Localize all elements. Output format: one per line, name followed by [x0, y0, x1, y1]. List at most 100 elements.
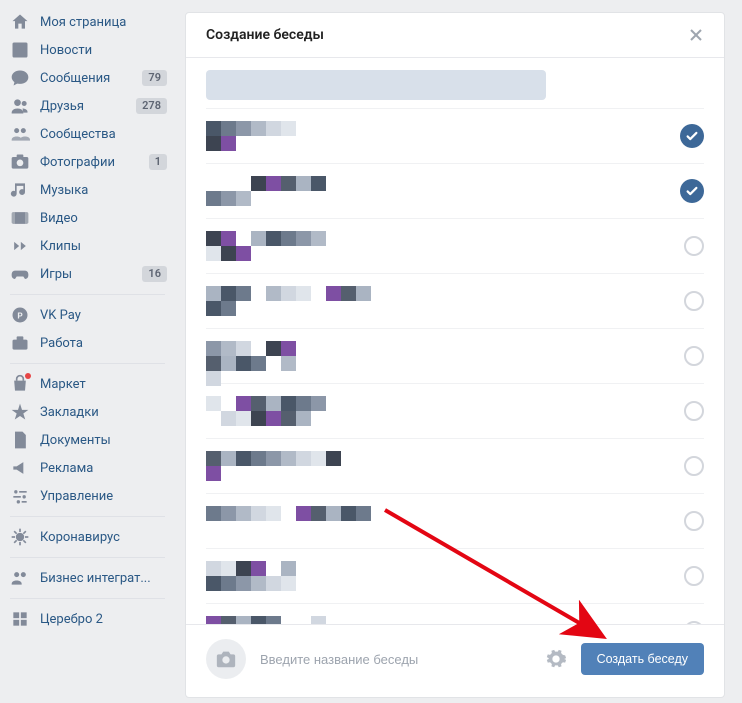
- news-icon: [10, 40, 30, 60]
- contact-row[interactable]: [206, 329, 704, 384]
- sidebar-item-work[interactable]: Работа: [0, 329, 175, 357]
- contact-list: [206, 108, 704, 624]
- contact-avatar-placeholder: [206, 451, 354, 481]
- music-icon: [10, 180, 30, 200]
- vkpay-icon: P: [10, 305, 30, 325]
- checkbox-checked-icon[interactable]: [680, 124, 704, 148]
- video-icon: [10, 208, 30, 228]
- checkbox-unchecked-icon[interactable]: [684, 456, 704, 476]
- create-chat-button[interactable]: Создать беседу: [581, 643, 704, 675]
- sidebar-separator: [10, 516, 165, 517]
- ads-icon: [10, 458, 30, 478]
- contact-avatar-placeholder: [206, 396, 331, 426]
- dialog-footer: Создать беседу: [186, 624, 724, 697]
- sidebar-item-video[interactable]: Видео: [0, 204, 175, 232]
- sidebar-item-label: Бизнес интеграт...: [40, 571, 167, 586]
- contact-avatar-placeholder: [206, 341, 308, 371]
- sidebar-item-label: Фотографии: [40, 155, 139, 170]
- sidebar-badge: 278: [136, 98, 167, 114]
- games-icon: [10, 264, 30, 284]
- sidebar-item-label: Сообщения: [40, 71, 132, 86]
- cerebro-icon: [10, 609, 30, 629]
- sidebar-item-label: Сообщества: [40, 127, 167, 142]
- dialog-body: [186, 58, 724, 624]
- chat-name-input[interactable]: [260, 652, 531, 667]
- checkbox-unchecked-icon[interactable]: [684, 511, 704, 531]
- sidebar-item-photos[interactable]: Фотографии 1: [0, 148, 175, 176]
- sidebar-item-label: Видео: [40, 211, 167, 226]
- sidebar-item-ads[interactable]: Реклама: [0, 454, 175, 482]
- sidebar-item-communities[interactable]: Сообщества: [0, 120, 175, 148]
- sidebar-item-news[interactable]: Новости: [0, 36, 175, 64]
- sidebar-item-market[interactable]: Маркет: [0, 370, 175, 398]
- home-icon: [10, 12, 30, 32]
- sidebar-item-friends[interactable]: Друзья 278: [0, 92, 175, 120]
- sidebar: Моя страница Новости Сообщения 79 Друзья…: [0, 0, 175, 703]
- dialog-title: Создание беседы: [206, 27, 688, 43]
- close-button[interactable]: [688, 27, 704, 43]
- sidebar-item-docs[interactable]: Документы: [0, 426, 175, 454]
- contact-avatar-placeholder: [206, 231, 352, 261]
- contact-search-input[interactable]: [206, 70, 546, 100]
- sidebar-separator: [10, 557, 165, 558]
- sidebar-item-vkpay[interactable]: P VK Pay: [0, 301, 175, 329]
- docs-icon: [10, 430, 30, 450]
- sidebar-item-messages[interactable]: Сообщения 79: [0, 64, 175, 92]
- contact-avatar-placeholder: [206, 286, 375, 316]
- market-icon: [10, 374, 30, 394]
- sidebar-item-bookmarks[interactable]: Закладки: [0, 398, 175, 426]
- checkbox-unchecked-icon[interactable]: [684, 401, 704, 421]
- checkbox-unchecked-icon[interactable]: [684, 291, 704, 311]
- work-icon: [10, 333, 30, 353]
- sidebar-item-label: Документы: [40, 433, 167, 448]
- sidebar-item-manage[interactable]: Управление: [0, 482, 175, 510]
- contact-avatar-placeholder: [206, 121, 306, 151]
- checkbox-unchecked-icon[interactable]: [684, 621, 704, 624]
- contact-row[interactable]: [206, 549, 704, 604]
- contact-row[interactable]: [206, 439, 704, 494]
- sidebar-item-cerebro[interactable]: Церебро 2: [0, 605, 175, 633]
- contact-avatar-placeholder: [206, 616, 333, 624]
- clips-icon: [10, 236, 30, 256]
- sidebar-item-label: Закладки: [40, 405, 167, 420]
- contact-row[interactable]: [206, 109, 704, 164]
- checkbox-unchecked-icon[interactable]: [684, 346, 704, 366]
- create-chat-dialog: Создание беседы Создать беседу: [185, 12, 725, 698]
- sidebar-item-covid[interactable]: Коронавирус: [0, 523, 175, 551]
- communities-icon: [10, 124, 30, 144]
- dialog-header: Создание беседы: [186, 13, 724, 58]
- contact-avatar-placeholder: [206, 561, 310, 591]
- sidebar-item-label: Новости: [40, 43, 167, 58]
- contact-avatar-placeholder: [206, 176, 329, 206]
- sidebar-separator: [10, 598, 165, 599]
- sidebar-item-clips[interactable]: Клипы: [0, 232, 175, 260]
- contact-row[interactable]: [206, 384, 704, 439]
- checkbox-checked-icon[interactable]: [680, 179, 704, 203]
- sidebar-item-label: Игры: [40, 267, 132, 282]
- sidebar-item-my-page[interactable]: Моя страница: [0, 8, 175, 36]
- sidebar-item-music[interactable]: Музыка: [0, 176, 175, 204]
- biz-icon: [10, 568, 30, 588]
- svg-text:P: P: [17, 311, 23, 321]
- contact-row[interactable]: [206, 219, 704, 274]
- sidebar-item-label: VK Pay: [40, 308, 167, 323]
- bookmarks-icon: [10, 402, 30, 422]
- sidebar-item-label: Друзья: [40, 99, 126, 114]
- contact-row[interactable]: [206, 164, 704, 219]
- settings-button[interactable]: [545, 648, 567, 670]
- sidebar-item-label: Церебро 2: [40, 612, 167, 627]
- checkbox-unchecked-icon[interactable]: [684, 566, 704, 586]
- contact-row[interactable]: [206, 494, 704, 549]
- messages-icon: [10, 68, 30, 88]
- contact-row[interactable]: [206, 274, 704, 329]
- contact-row[interactable]: [206, 604, 704, 624]
- sidebar-separator: [10, 363, 165, 364]
- chat-photo-button[interactable]: [206, 639, 246, 679]
- sidebar-badge: 16: [142, 266, 167, 282]
- manage-icon: [10, 486, 30, 506]
- contact-avatar-placeholder: [206, 506, 377, 536]
- sidebar-item-label: Реклама: [40, 461, 167, 476]
- sidebar-item-biz[interactable]: Бизнес интеграт...: [0, 564, 175, 592]
- checkbox-unchecked-icon[interactable]: [684, 236, 704, 256]
- sidebar-item-games[interactable]: Игры 16: [0, 260, 175, 288]
